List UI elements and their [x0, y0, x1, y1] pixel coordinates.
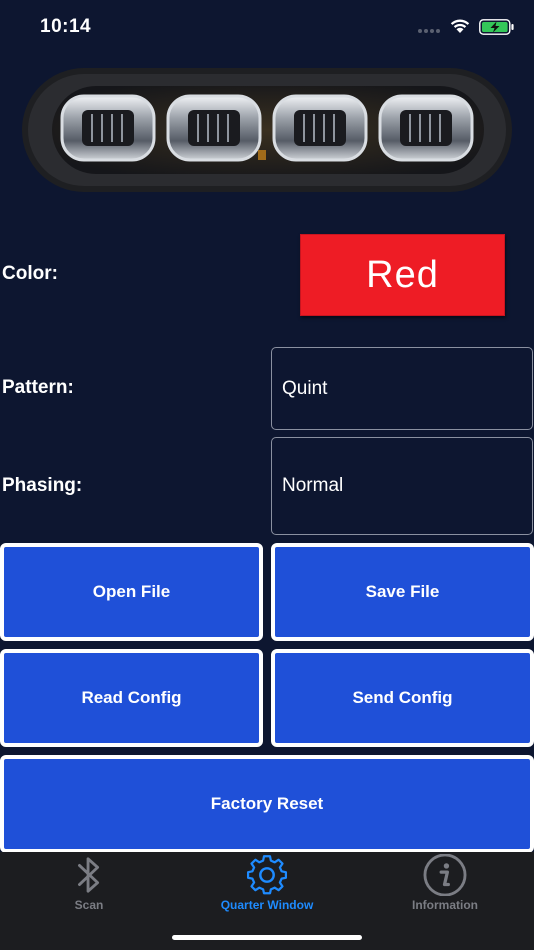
pattern-label: Pattern:	[2, 377, 74, 398]
status-bar: 10:14	[0, 0, 534, 50]
read-config-button[interactable]: Read Config	[0, 649, 263, 747]
phasing-selector[interactable]: Normal	[271, 437, 533, 535]
tab-information[interactable]: Information	[356, 852, 534, 912]
tab-quarter-window[interactable]: Quarter Window	[178, 852, 356, 912]
phasing-label: Phasing:	[2, 475, 83, 496]
tab-information-label: Information	[412, 898, 478, 912]
home-indicator	[172, 935, 362, 940]
gear-icon	[246, 855, 288, 895]
light-bar-image	[22, 68, 512, 192]
factory-reset-button[interactable]: Factory Reset	[0, 755, 534, 853]
tab-scan-label: Scan	[74, 898, 104, 912]
save-file-button[interactable]: Save File	[271, 543, 534, 641]
send-config-button[interactable]: Send Config	[271, 649, 534, 747]
color-selector[interactable]: Red	[300, 234, 505, 316]
pattern-value: Quint	[282, 377, 328, 399]
info-icon	[423, 854, 467, 896]
cellular-signal-icon	[418, 29, 442, 33]
pattern-selector[interactable]: Quint	[271, 347, 533, 430]
open-file-button[interactable]: Open File	[0, 543, 263, 641]
color-label: Color:	[2, 263, 58, 284]
tab-scan[interactable]: Scan	[0, 852, 178, 912]
wifi-icon	[450, 19, 470, 33]
phasing-value: Normal	[282, 475, 344, 496]
status-time: 10:14	[40, 16, 92, 37]
color-value: Red	[366, 253, 439, 296]
bluetooth-icon	[78, 857, 100, 893]
battery-charging-icon	[479, 19, 514, 35]
tab-quarter-window-label: Quarter Window	[220, 898, 314, 912]
